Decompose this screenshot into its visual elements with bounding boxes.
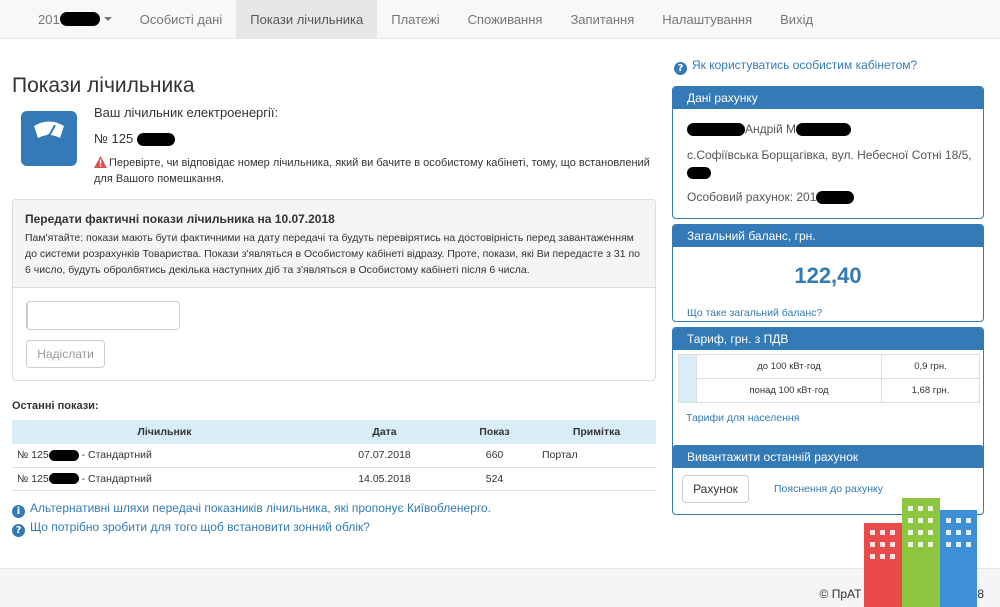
help-link[interactable]: ? Як користуватись особистим кабінетом? bbox=[674, 58, 917, 75]
buildings-logo-icon bbox=[864, 498, 977, 607]
row-meter: № 125 - Стандартний bbox=[12, 467, 317, 491]
last-readings-title: Останні покази: bbox=[12, 400, 99, 412]
nav-personal-data[interactable]: Особисті дані bbox=[126, 0, 237, 38]
page-title: Покази лічильника bbox=[12, 74, 195, 97]
account-prefix: 201 bbox=[38, 11, 60, 27]
row-reading: 660 bbox=[452, 444, 537, 468]
invoice-button[interactable]: Рахунок bbox=[682, 475, 749, 503]
redacted-account-number bbox=[816, 191, 855, 205]
submit-notice: Пам'ятайте: покази мають бути фактичними… bbox=[25, 232, 640, 276]
question-icon: ? bbox=[674, 62, 687, 75]
top-navbar: 201 Особисті дані Покази лічильника Плат… bbox=[0, 0, 1000, 39]
tariff-stripe bbox=[678, 354, 697, 403]
redacted-meter-number bbox=[48, 473, 79, 485]
account-number: Особовий рахунок: 201 bbox=[687, 190, 855, 205]
reading-input-group bbox=[26, 301, 180, 330]
account-address: с.Софіївська Борщагівка, вул. Небесної С… bbox=[687, 148, 972, 162]
meter-label: Ваш лічильник електроенергії: bbox=[94, 105, 279, 120]
warning-icon bbox=[94, 156, 107, 168]
balance-value: 122,40 bbox=[794, 263, 862, 288]
invoice-panel-title: Вивантажити останній рахунок bbox=[673, 446, 983, 468]
col-date: Дата bbox=[317, 420, 452, 444]
invoice-explanation-link[interactable]: Пояснення до рахунку bbox=[774, 483, 883, 495]
alt-submit-methods-text: Альтернативні шляхи передачі показників … bbox=[30, 501, 491, 515]
account-holder: Андрій М bbox=[687, 122, 852, 137]
col-meter: Лічильник bbox=[12, 420, 317, 444]
nav-questions[interactable]: Запитання bbox=[556, 0, 648, 38]
tariff-panel-title: Тариф, грн. з ПДВ bbox=[673, 328, 983, 350]
row-meter-prefix: № 125 bbox=[17, 449, 49, 462]
balance-info-link[interactable]: Що таке загальний баланс? bbox=[687, 307, 822, 319]
send-button[interactable]: Надіслати bbox=[26, 340, 105, 368]
reading-input[interactable] bbox=[28, 302, 179, 329]
submit-readings-panel: Передати фактичні покази лічильника на 1… bbox=[12, 199, 656, 381]
tariff-price: 0,9 грн. bbox=[881, 354, 980, 379]
col-reading: Показ bbox=[452, 420, 537, 444]
tariff-price: 1,68 грн. bbox=[881, 378, 980, 403]
help-link-text: Як користуватись особистим кабінетом? bbox=[692, 58, 918, 72]
row-note bbox=[537, 467, 656, 491]
row-meter-prefix: № 125 bbox=[17, 472, 49, 485]
row-meter-suffix: - Стандартний bbox=[78, 449, 152, 462]
nav-logout[interactable]: Вихід bbox=[766, 0, 827, 38]
account-panel-title: Дані рахунку bbox=[673, 87, 983, 109]
row-reading: 524 bbox=[452, 467, 537, 491]
info-icon: i bbox=[12, 505, 25, 518]
account-address-redacted bbox=[687, 165, 711, 179]
alt-submit-methods-link[interactable]: i Альтернативні шляхи передачі показників… bbox=[12, 501, 491, 518]
meter-icon bbox=[21, 111, 77, 166]
redacted-meter-number bbox=[48, 449, 79, 461]
table-row: № 125 - Стандартний 07.07.2018 660 Порта… bbox=[12, 444, 656, 468]
nav-settings[interactable]: Налаштування bbox=[648, 0, 766, 38]
row-date: 14.05.2018 bbox=[317, 467, 452, 491]
submit-title: Передати фактичні покази лічильника на 1… bbox=[25, 212, 335, 226]
row-meter-suffix: - Стандартний bbox=[78, 472, 152, 485]
submit-panel-header: Передати фактичні покази лічильника на 1… bbox=[13, 200, 655, 288]
tariff-desc: до 100 кВт·год bbox=[696, 354, 882, 379]
table-row: до 100 кВт·год 0,9 грн. bbox=[678, 354, 980, 403]
question-icon: ? bbox=[12, 524, 25, 537]
warning-text: Перевірте, чи відповідає номер лічильник… bbox=[94, 157, 650, 185]
row-date: 07.07.2018 bbox=[317, 444, 452, 468]
nav-account-dropdown[interactable]: 201 bbox=[24, 0, 126, 38]
nav-meter-readings[interactable]: Покази лічильника bbox=[236, 0, 378, 38]
account-holder-name: Андрій М bbox=[745, 122, 797, 136]
meter-number: № 125 bbox=[94, 131, 175, 147]
redacted-surname bbox=[687, 123, 745, 137]
col-note: Примітка bbox=[537, 420, 656, 444]
redacted-address bbox=[687, 166, 711, 179]
meter-warning: Перевірте, чи відповідає номер лічильник… bbox=[94, 155, 654, 187]
row-note: Портал bbox=[537, 444, 656, 468]
table-row: понад 100 кВт·год 1,68 грн. bbox=[679, 378, 980, 403]
tariff-desc: понад 100 кВт·год bbox=[696, 378, 882, 403]
footer: © ПрАТ "Київобленерго" 2018 bbox=[0, 568, 1000, 607]
meter-number-prefix: № 125 bbox=[94, 131, 134, 146]
balance-panel-title: Загальний баланс, грн. bbox=[673, 225, 983, 247]
redacted-meter-number bbox=[136, 133, 175, 147]
tariff-table: до 100 кВт·год 0,9 грн. понад 100 кВт·го… bbox=[678, 354, 980, 403]
zone-metering-text: Що потрібно зробити для того щоб встанов… bbox=[30, 520, 370, 534]
redacted-account bbox=[59, 12, 100, 26]
table-header-row: Лічильник Дата Показ Примітка bbox=[12, 420, 656, 444]
zone-metering-link[interactable]: ? Що потрібно зробити для того щоб встано… bbox=[12, 520, 370, 537]
chevron-down-icon bbox=[103, 17, 112, 21]
row-meter: № 125 - Стандартний bbox=[12, 444, 317, 468]
account-number-label: Особовий рахунок: 201 bbox=[687, 190, 817, 204]
nav-consumption[interactable]: Споживання bbox=[454, 0, 557, 38]
readings-table: Лічильник Дата Показ Примітка № 125 - Ст… bbox=[12, 420, 656, 491]
balance-panel: Загальний баланс, грн. 122,40 Що таке за… bbox=[672, 224, 984, 322]
nav-payments[interactable]: Платежі bbox=[377, 0, 453, 38]
tariffs-link[interactable]: Тарифи для населення bbox=[686, 412, 799, 424]
account-panel: Дані рахунку Андрій М с.Софіївська Борща… bbox=[672, 86, 984, 219]
redacted-patronymic bbox=[796, 123, 852, 137]
table-row: № 125 - Стандартний 14.05.2018 524 bbox=[12, 467, 656, 491]
